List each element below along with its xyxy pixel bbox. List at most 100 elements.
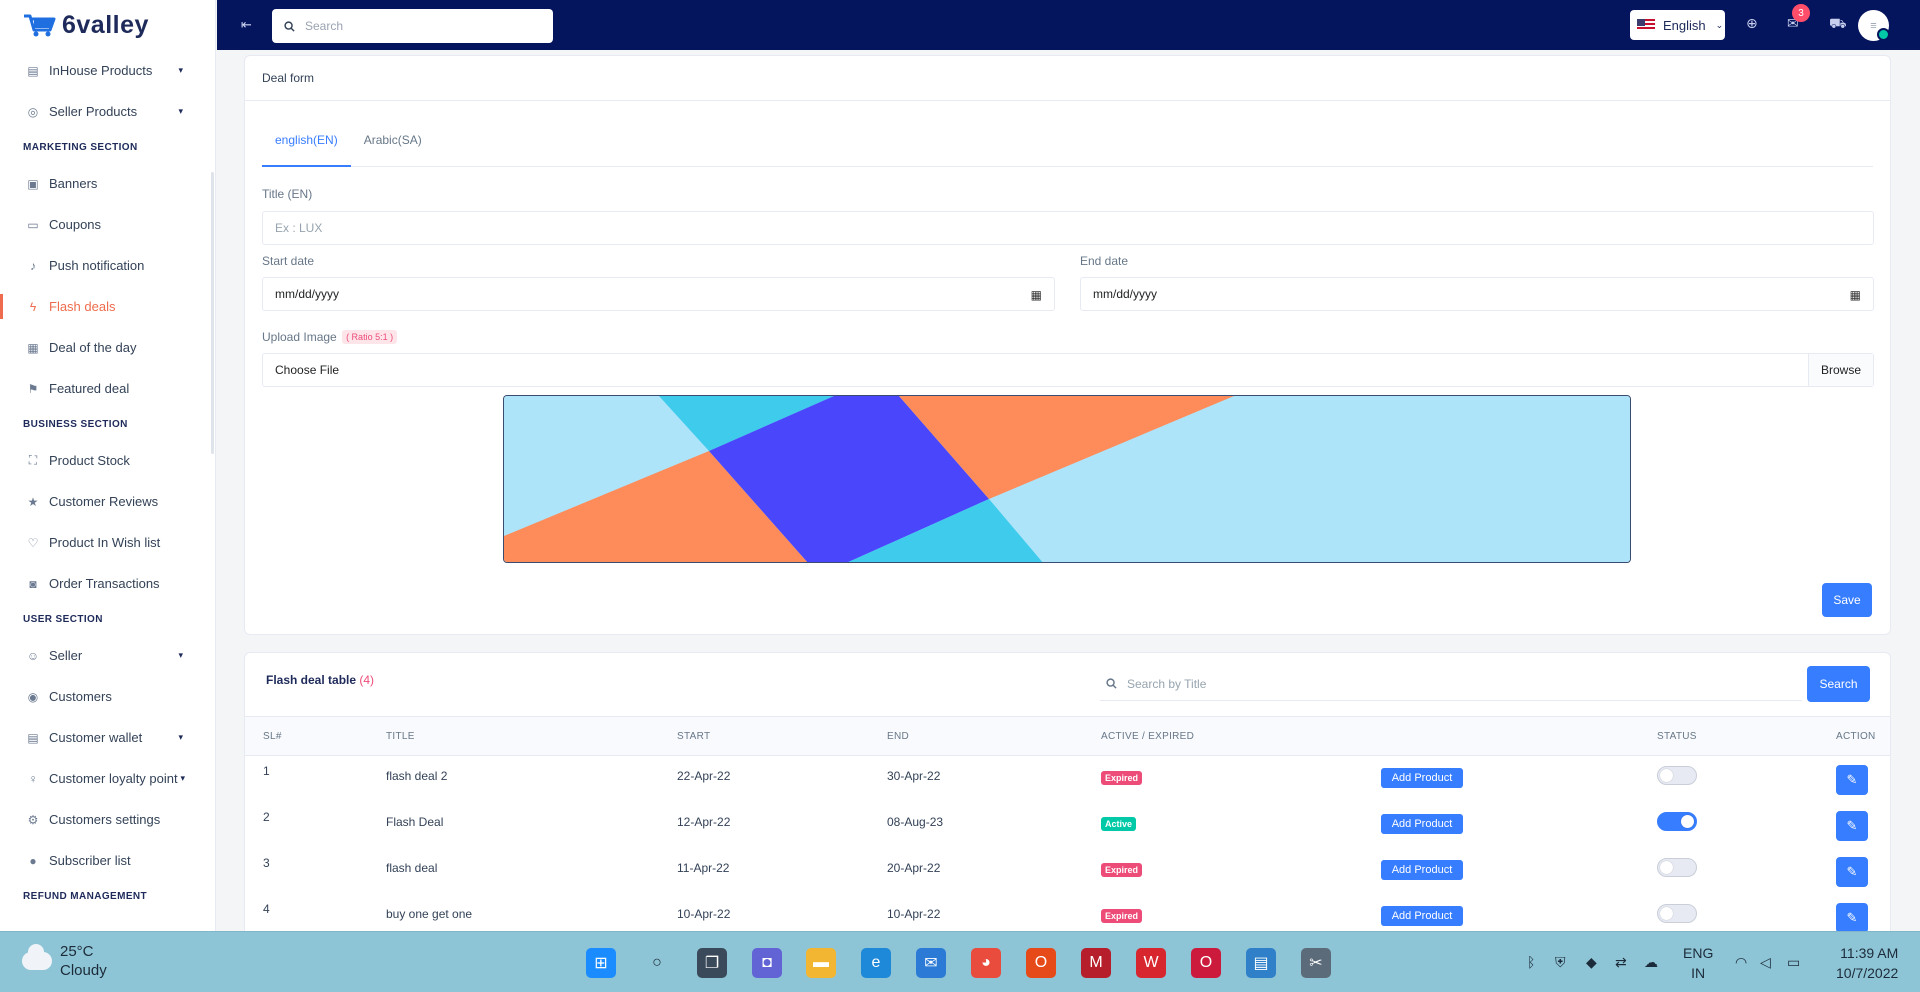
table-search-input[interactable] [1127,676,1727,691]
chat-icon[interactable]: ◘ [752,948,782,978]
sidebar-item-flash-deals[interactable]: ϟ Flash deals [0,286,215,327]
sidebar-item-wish-list[interactable]: ♡ Product In Wish list [0,522,215,563]
sidebar-item-customers[interactable]: ◉ Customers [0,676,215,717]
weather-widget[interactable]: 25°C Cloudy [22,942,107,980]
search-icon[interactable]: ○ [642,948,672,978]
globe-icon[interactable]: ⊕ [1746,15,1758,32]
row-sl: 4 [263,902,270,916]
sidebar-item-seller[interactable]: ☺ Seller ▾ [0,635,215,676]
notepad-icon[interactable]: ▤ [1246,948,1276,978]
file-upload-field[interactable]: Choose File Browse [262,353,1874,387]
app-icon[interactable]: M [1081,948,1111,978]
global-search[interactable] [272,9,553,43]
sidebar-item-push-notification[interactable]: ♪ Push notification [0,245,215,286]
sidebar-item-order-transactions[interactable]: ◙ Order Transactions [0,563,215,604]
edit-button[interactable]: ✎ [1836,765,1868,795]
seller-products-icon: ◎ [27,104,39,119]
row-end: 10-Apr-22 [887,907,941,921]
status-toggle[interactable] [1657,766,1697,785]
sidebar-item-coupons[interactable]: ▭ Coupons [0,204,215,245]
temperature: 25°C [60,943,94,960]
store-icon: ▤ [27,63,39,78]
sidebar-item-seller-products[interactable]: ◎ Seller Products ▾ [0,91,215,132]
section-user: USER SECTION [23,614,103,625]
add-product-button[interactable]: Add Product [1381,906,1463,926]
sidebar-item-inhouse-products[interactable]: ▤ InHouse Products ▾ [0,50,215,91]
title-field[interactable] [262,211,1874,245]
sidebar-item-featured-deal[interactable]: ⚑ Featured deal [0,368,215,409]
sidebar-item-deal-of-the-day[interactable]: ▦ Deal of the day [0,327,215,368]
add-product-button[interactable]: Add Product [1381,860,1463,880]
table-search[interactable] [1100,667,1802,701]
deal-form-card: Deal form english(EN) Arabic(SA) Title (… [244,55,1891,635]
table-search-button[interactable]: Search [1807,666,1870,702]
edge-icon[interactable]: e [861,948,891,978]
add-product-button[interactable]: Add Product [1381,814,1463,834]
pencil-icon: ✎ [1846,818,1858,833]
edit-button[interactable]: ✎ [1836,903,1868,933]
browse-button[interactable]: Browse [1807,354,1873,386]
tab-arabic[interactable]: Arabic(SA) [351,124,435,167]
status-badge: Active [1101,817,1137,831]
bluetooth-icon[interactable]: ᛒ [1527,954,1535,970]
row-start: 10-Apr-22 [677,907,731,921]
cart-icon[interactable]: ⛟ [1829,15,1847,34]
sidebar-scrollbar[interactable] [211,172,214,454]
file-explorer-icon[interactable]: ▬ [806,948,836,978]
stock-icon: ⛶ [28,453,38,467]
brand-logo[interactable]: 6valley [0,0,215,50]
system-clock[interactable]: 11:39 AM 10/7/2022 [1836,943,1898,983]
start-menu-icon[interactable]: ⊞ [586,948,616,978]
bulb-icon: ♀ [28,771,38,786]
sidebar-item-customer-loyalty-point[interactable]: ♀ Customer loyalty point ▾ [0,758,215,799]
tab-english[interactable]: english(EN) [262,124,351,167]
sidebar-item-banners[interactable]: ▣ Banners [0,163,215,204]
snipping-tool-icon[interactable]: ✂ [1301,948,1331,978]
sidebar-item-label: Customer Reviews [49,494,159,509]
wifi-icon[interactable]: ◠ [1735,954,1747,971]
mail-icon[interactable]: ✉ [916,948,946,978]
onedrive-icon[interactable]: ☁ [1644,954,1658,971]
column-header: END [887,731,910,742]
end-date-field[interactable]: mm/dd/yyyy ▦ [1080,277,1874,311]
search-input[interactable] [305,19,525,33]
table-row: 1 flash deal 2 22-Apr-22 30-Apr-22 Expir… [245,760,1890,806]
sidebar-item-label: Seller Products [49,104,138,119]
chrome-icon[interactable]: ◕ [971,948,1001,978]
sidebar-item-product-stock[interactable]: ⛶ Product Stock [0,440,215,481]
status-toggle[interactable] [1657,858,1697,877]
calendar-icon[interactable]: ▦ [1850,288,1861,302]
avatar[interactable]: ≡ [1858,10,1890,41]
volume-icon[interactable]: ◁ [1760,954,1771,971]
status-toggle[interactable] [1657,812,1697,831]
column-header: STATUS [1657,731,1697,742]
sidebar-item-customer-wallet[interactable]: ▤ Customer wallet ▾ [0,717,215,758]
money-icon: ◙ [29,576,37,591]
calendar-icon[interactable]: ▦ [1031,288,1042,302]
sidebar-item-customer-reviews[interactable]: ★ Customer Reviews [0,481,215,522]
edit-button[interactable]: ✎ [1836,811,1868,841]
status-toggle[interactable] [1657,904,1697,923]
input-language[interactable]: ENG IN [1683,943,1713,983]
collapse-sidebar-icon[interactable]: ⇤ [241,17,252,33]
security-icon[interactable]: ⛨ [1555,954,1566,971]
wps-icon[interactable]: W [1136,948,1166,978]
sidebar-item-customers-settings[interactable]: ⚙ Customers settings [0,799,215,840]
teamviewer-icon[interactable]: ⇄ [1615,954,1627,971]
task-view-icon[interactable]: ❐ [697,948,727,978]
add-product-button[interactable]: Add Product [1381,768,1463,788]
row-start: 11-Apr-22 [677,861,730,875]
sidebar-item-label: Customers [49,689,112,704]
office-icon[interactable]: O [1026,948,1056,978]
app-tray-icon[interactable]: ◆ [1586,954,1597,971]
card-header: Deal form [245,56,1890,101]
sidebar-item-subscriber-list[interactable]: ● Subscriber list [0,840,215,881]
edit-button[interactable]: ✎ [1836,857,1868,887]
title-input[interactable] [275,221,1861,235]
battery-icon[interactable]: ▭ [1787,954,1800,971]
save-button[interactable]: Save [1822,583,1872,617]
opera-icon[interactable]: O [1191,948,1221,978]
language-select[interactable]: English ⌄ [1630,10,1725,40]
start-date-field[interactable]: mm/dd/yyyy ▦ [262,277,1055,311]
image-preview [503,395,1631,563]
